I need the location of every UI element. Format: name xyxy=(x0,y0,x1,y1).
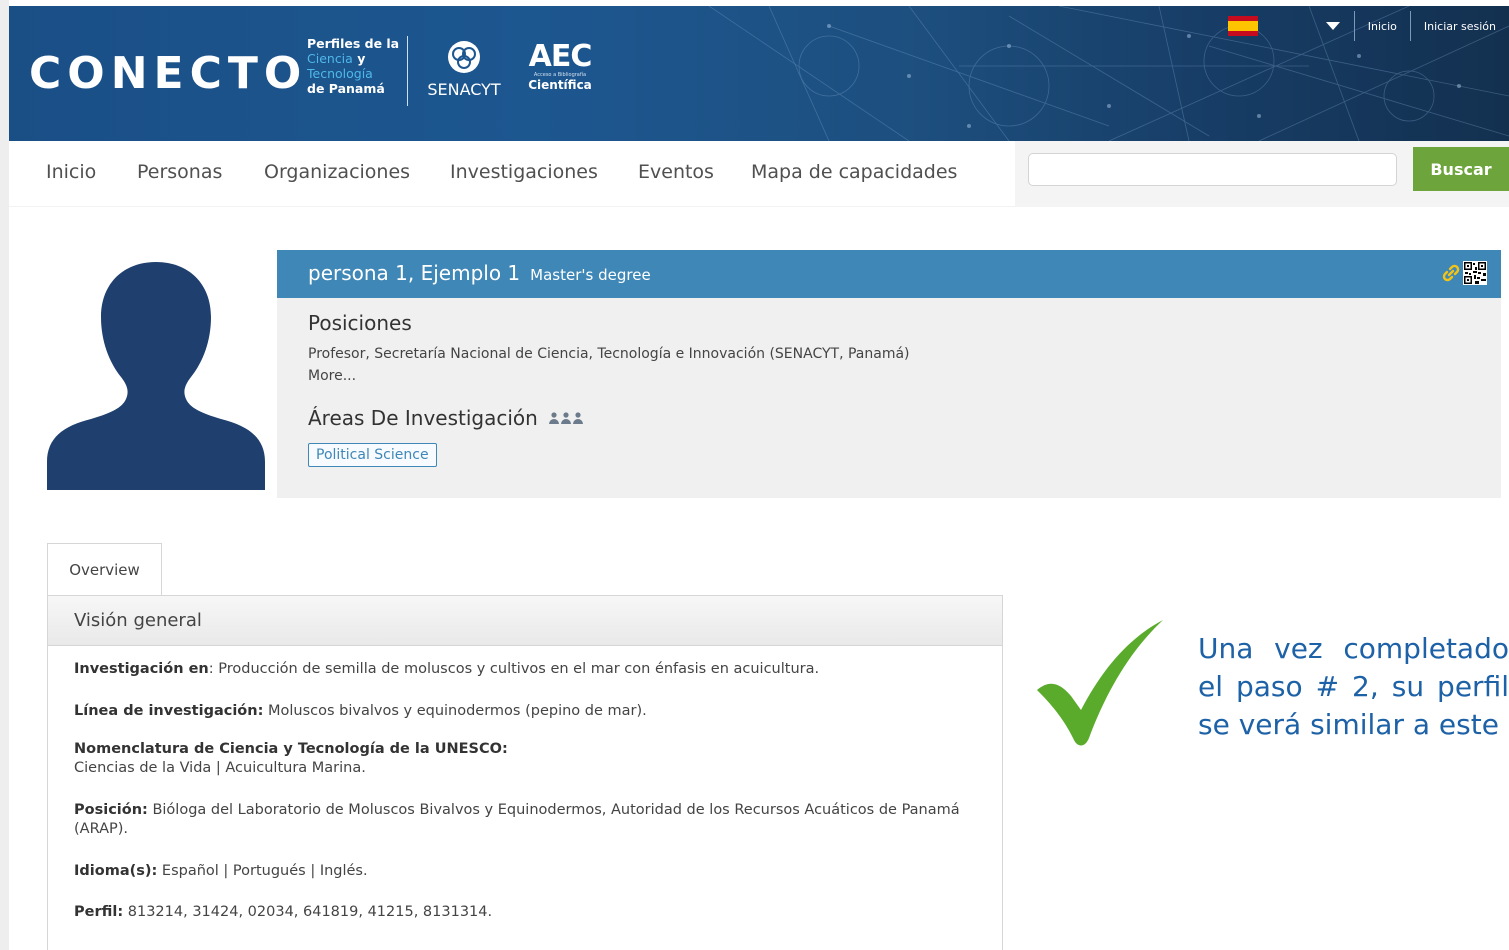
row-text: 813214, 31424, 02034, 641819, 41215, 813… xyxy=(127,904,493,920)
row-text: Español | Portugués | Inglés. xyxy=(161,863,368,879)
qr-code-icon[interactable] xyxy=(1463,261,1487,285)
checkmark-icon xyxy=(1037,620,1163,746)
avatar xyxy=(47,250,265,490)
row-text: Producción de semilla de moluscos y cult… xyxy=(218,661,820,677)
site-header: CONECTO Perfiles de la Ciencia y Tecnolo… xyxy=(9,6,1509,141)
row-label: Investigación en xyxy=(74,661,209,677)
research-area-tag[interactable]: Political Science xyxy=(308,443,437,467)
overview-title: Visión general xyxy=(48,596,1002,646)
senacyt-emblem-icon xyxy=(448,41,480,73)
avatar-silhouette xyxy=(47,262,265,490)
row-label: Línea de investigación: xyxy=(74,703,264,719)
aec-cientifica: Científica xyxy=(528,78,592,92)
more-link[interactable]: More... xyxy=(308,368,356,384)
logo-sub-line2: Ciencia xyxy=(307,51,353,66)
logo-subtitle: Perfiles de la Ciencia y Tecnología de P… xyxy=(307,36,407,96)
logo-sub-line1: Perfiles de la xyxy=(307,36,400,51)
nav-personas[interactable]: Personas xyxy=(137,161,222,183)
caret-down-icon[interactable] xyxy=(1325,22,1340,30)
aec-logo[interactable]: AEC Acceso a Bibliografía Científica xyxy=(517,39,603,93)
profile-name-text: persona 1, Ejemplo 1 xyxy=(308,261,521,285)
people-icon[interactable] xyxy=(548,411,584,425)
profile-header-icons xyxy=(1441,261,1487,285)
row-label: Nomenclatura de Ciencia y Tecnología de … xyxy=(74,741,508,757)
overview-row: Posición: Bióloga del Laboratorio de Mol… xyxy=(74,801,974,839)
row-text: Moluscos bivalvos y equinodermos (pepino… xyxy=(268,703,647,719)
logo-sub-line2b: y xyxy=(357,51,366,66)
row-label: Perfil: xyxy=(74,904,124,920)
conecto-logo[interactable]: CONECTO xyxy=(29,48,307,99)
profile-summary: Posiciones Profesor, Secretaría Nacional… xyxy=(277,298,1501,498)
profile-degree: Master's degree xyxy=(530,266,651,284)
logo-sub-line3: Tecnología xyxy=(307,66,373,81)
row-label: Idioma(s): xyxy=(74,863,158,879)
nav-mapa-capacidades[interactable]: Mapa de capacidades xyxy=(751,161,957,183)
row-text: Bióloga del Laboratorio de Moluscos Biva… xyxy=(74,802,960,837)
search-button[interactable]: Buscar xyxy=(1413,147,1509,191)
logo-divider xyxy=(407,36,408,106)
search-input[interactable] xyxy=(1028,153,1397,186)
search-area: Buscar xyxy=(1015,141,1509,207)
tab-overview[interactable]: Overview xyxy=(47,543,162,596)
login-link[interactable]: Iniciar sesión xyxy=(1411,20,1509,33)
header-top-links: Inicio Iniciar sesión xyxy=(1227,6,1509,46)
main-nav: Inicio Personas Organizaciones Investiga… xyxy=(9,141,1509,207)
row-separator: : xyxy=(208,661,219,677)
overview-row: Línea de investigación: Moluscos bivalvo… xyxy=(74,702,974,721)
research-areas-title: Áreas De Investigación xyxy=(308,406,584,430)
nav-inicio[interactable]: Inicio xyxy=(46,161,96,183)
callout-text: Una vez completado el paso # 2, su perfi… xyxy=(1198,632,1509,741)
nav-organizaciones[interactable]: Organizaciones xyxy=(264,161,410,183)
link-icon[interactable] xyxy=(1441,263,1461,283)
senacyt-text: SENACYT xyxy=(427,80,501,99)
profile-header: persona 1, Ejemplo 1 Master's degree xyxy=(277,250,1501,298)
overview-panel: Visión general Investigación en: Producc… xyxy=(47,595,1003,950)
row-text: Ciencias de la Vida | Acuicultura Marina… xyxy=(74,760,366,776)
flag-spain-icon[interactable] xyxy=(1227,16,1258,36)
overview-row: Investigación en: Producción de semilla … xyxy=(74,660,974,679)
logo-sub-line4: de Panamá xyxy=(307,81,385,96)
overview-row: Perfil: 813214, 31424, 02034, 641819, 41… xyxy=(74,903,974,922)
position-text: Profesor, Secretaría Nacional de Ciencia… xyxy=(308,346,910,362)
left-strip xyxy=(0,0,9,950)
positions-title: Posiciones xyxy=(308,311,412,335)
overview-row: Idioma(s): Español | Portugués | Inglés. xyxy=(74,862,974,881)
nav-eventos[interactable]: Eventos xyxy=(638,161,714,183)
overview-row: Nomenclatura de Ciencia y Tecnología de … xyxy=(74,740,974,778)
nav-investigaciones[interactable]: Investigaciones xyxy=(450,161,598,183)
research-areas-label: Áreas De Investigación xyxy=(308,406,538,430)
senacyt-logo[interactable]: SENACYT xyxy=(423,40,505,99)
aec-text: AEC xyxy=(528,39,593,74)
row-label: Posición: xyxy=(74,802,148,818)
profile-name: persona 1, Ejemplo 1 Master's degree xyxy=(308,261,651,285)
header-link-inicio[interactable]: Inicio xyxy=(1355,20,1410,33)
